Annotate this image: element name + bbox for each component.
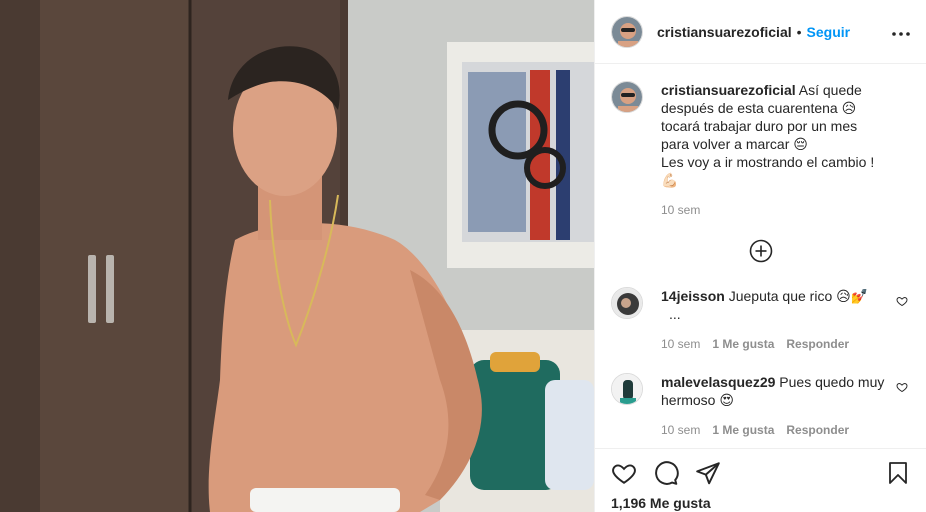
comment-more-button[interactable]: ... [669,306,681,322]
comment-meta: 10 sem 1 Me gusta Responder [661,423,886,437]
comment-timestamp[interactable]: 10 sem [661,337,700,351]
comment-timestamp[interactable]: 10 sem [661,423,700,437]
comment-content: Jueputa que rico 😥💅 [728,288,869,304]
reply-button[interactable]: Responder [786,423,849,437]
caption-timestamp[interactable]: 10 sem [661,203,700,217]
comment-body: malevelasquez29 Pues quedo muy hermoso 😍… [661,373,910,437]
more-icon [892,32,910,36]
comment-likes[interactable]: 1 Me gusta [712,423,774,437]
avatar-photo-icon [612,288,642,318]
comment-item: 14jeisson Jueputa que rico 😥💅 ... 10 sem… [611,287,910,351]
comments-section: cristiansuarezoficial Así quede después … [595,65,926,448]
caption-body: cristiansuarezoficial Así quede después … [661,81,910,217]
reply-button[interactable]: Responder [786,337,849,351]
follow-button[interactable]: Seguir [807,24,851,40]
likes-count[interactable]: 1,196 Me gusta [611,495,910,511]
caption-username[interactable]: cristiansuarezoficial [661,82,796,98]
comment-item: malevelasquez29 Pues quedo muy hermoso 😍… [611,373,910,437]
author-username[interactable]: cristiansuarezoficial [657,24,792,40]
comment-likes[interactable]: 1 Me gusta [712,337,774,351]
plus-circle-icon [749,239,772,263]
action-icons [611,459,910,487]
share-icon[interactable] [695,460,721,486]
like-comment-heart-icon[interactable] [896,381,908,393]
load-more-comments-button[interactable] [611,239,910,263]
more-options-button[interactable] [892,21,910,42]
post-photo[interactable] [0,0,594,512]
like-comment-heart-icon[interactable] [896,295,908,307]
commenter-avatar[interactable] [611,287,643,319]
comment-username[interactable]: 14jeisson [661,288,725,304]
commenter-avatar[interactable] [611,373,643,405]
caption-line-2: Les voy a ir mostrando el cambio ! 💪🏻 [661,154,875,188]
post-header: cristiansuarezoficial • Seguir [595,0,926,64]
caption-text: cristiansuarezoficial Así quede después … [661,81,886,189]
author-avatar[interactable] [611,15,643,48]
bookmark-icon[interactable] [886,460,910,486]
comment-text: 14jeisson Jueputa que rico 😥💅 ... [661,287,886,323]
post-actions: 1,196 Me gusta [595,448,926,511]
comment-meta: 10 sem 1 Me gusta Responder [661,337,886,351]
post-detail-panel: cristiansuarezoficial • Seguir cristians… [594,0,926,512]
comment-username[interactable]: malevelasquez29 [661,374,775,390]
heart-icon[interactable] [611,460,637,486]
caption-meta: 10 sem [661,203,886,217]
separator-dot: • [796,23,802,40]
caption: cristiansuarezoficial Así quede después … [611,81,910,217]
comment-text: malevelasquez29 Pues quedo muy hermoso 😍 [661,373,886,409]
avatar-photo-icon [612,374,642,404]
comment-body: 14jeisson Jueputa que rico 😥💅 ... 10 sem… [661,287,910,351]
post-photo-illustration [0,0,594,512]
comment-icon[interactable] [653,460,679,486]
avatar-photo-icon [612,16,642,47]
avatar-photo-icon [612,82,642,112]
caption-avatar[interactable] [611,81,643,113]
